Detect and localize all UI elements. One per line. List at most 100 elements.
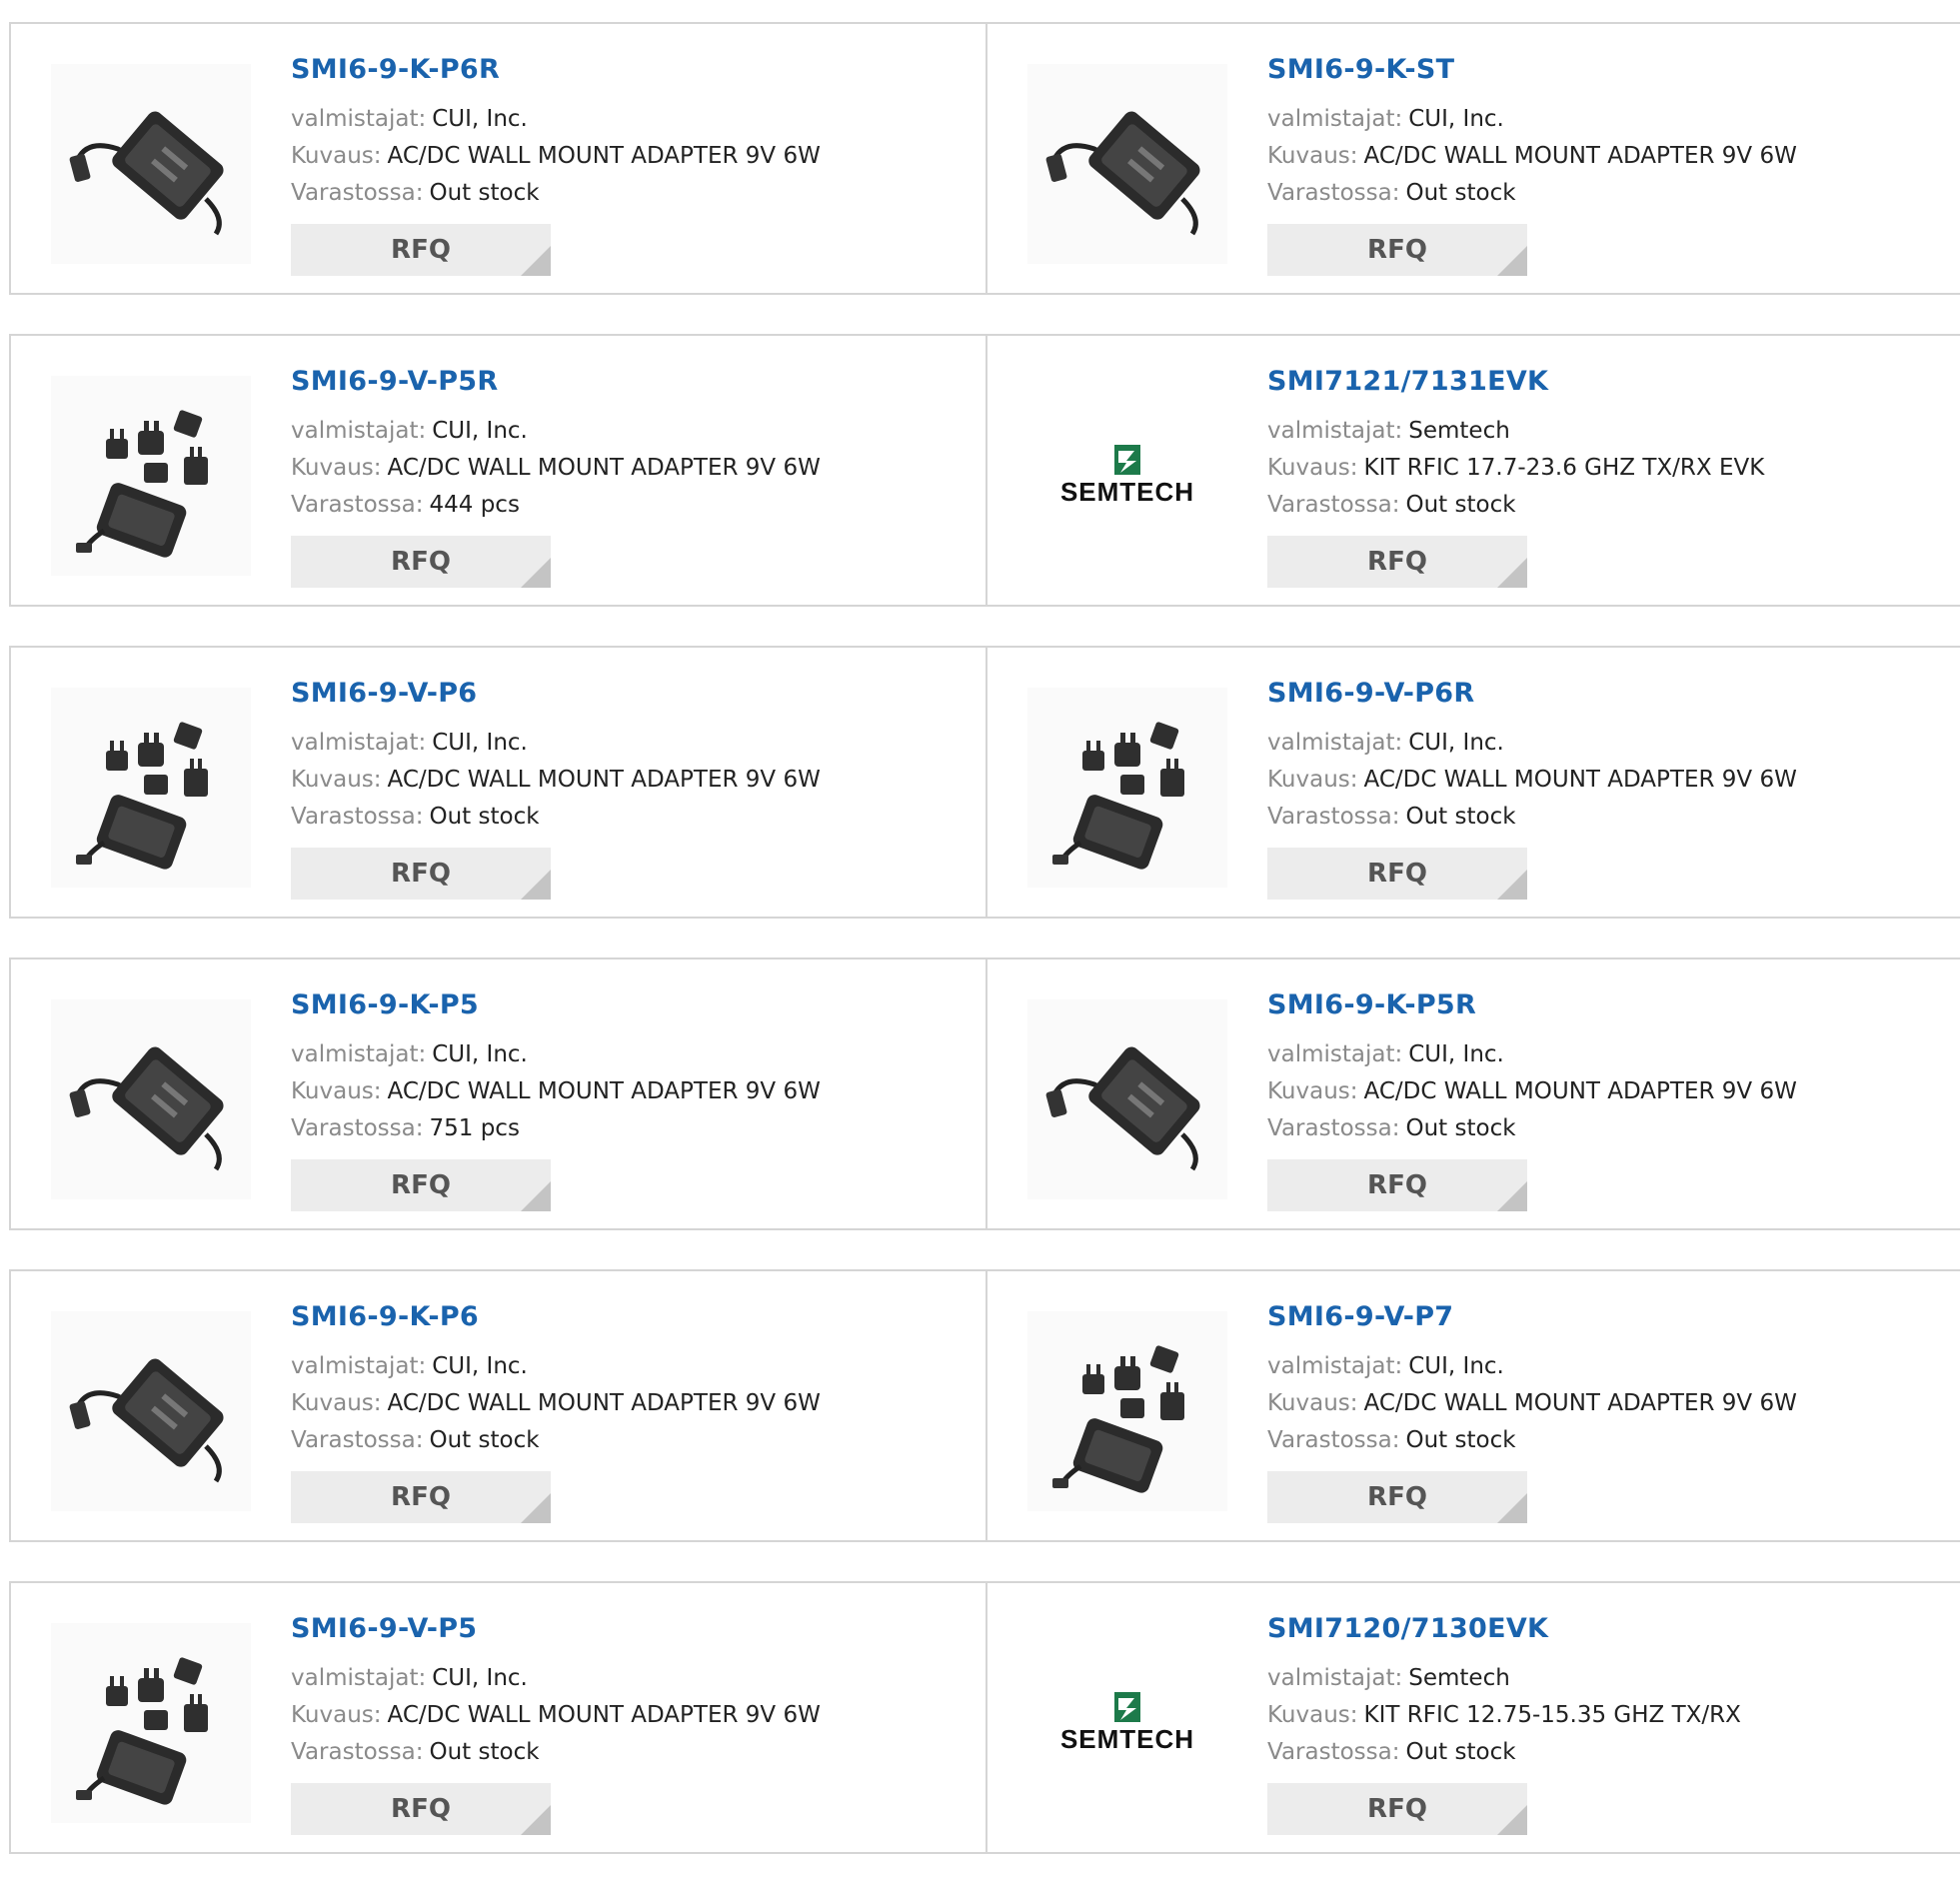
product-image[interactable] <box>51 376 251 576</box>
description-label: Kuvaus: <box>1267 455 1358 481</box>
part-number-link[interactable]: SMI6-9-V-P5R <box>291 366 821 397</box>
stock-label: Varastossa: <box>1267 1427 1400 1453</box>
stock-row: Varastossa: Out stock <box>291 799 821 836</box>
part-number-link[interactable]: SMI7121/7131EVK <box>1267 366 1764 397</box>
product-image[interactable] <box>51 688 251 888</box>
corner-fold-icon <box>521 1493 551 1523</box>
product-image[interactable] <box>51 1623 251 1823</box>
description-value: AC/DC WALL MOUNT ADAPTER 9V 6W <box>387 767 821 793</box>
product-image[interactable] <box>1027 1311 1227 1511</box>
semtech-logo-text: SEMTECH <box>1059 476 1195 507</box>
rfq-label: RFQ <box>1367 1794 1427 1824</box>
part-number-link[interactable]: SMI6-9-V-P6R <box>1267 678 1797 709</box>
part-number-link[interactable]: SMI7120/7130EVK <box>1267 1613 1741 1644</box>
rfq-button[interactable]: RFQ <box>291 1471 551 1523</box>
description-row: Kuvaus: AC/DC WALL MOUNT ADAPTER 9V 6W <box>291 762 821 799</box>
semtech-logo: SEMTECH <box>1059 444 1195 508</box>
semtech-mark-icon <box>1114 444 1140 475</box>
part-number-link[interactable]: SMI6-9-K-P6R <box>291 54 821 85</box>
rfq-button[interactable]: RFQ <box>291 536 551 588</box>
product-row: SMI6-9-V-P6 valmistajat: CUI, Inc. Kuvaus… <box>9 646 1960 919</box>
rfq-button[interactable]: RFQ <box>1267 224 1527 276</box>
product-image[interactable]: SEMTECH <box>1027 1623 1227 1823</box>
stock-row: Varastossa: Out stock <box>291 175 821 212</box>
manufacturer-row: valmistajat: Semtech <box>1267 413 1764 450</box>
product-info: SMI6-9-V-P5 valmistajat: CUI, Inc. Kuvaus… <box>291 1613 821 1835</box>
part-number-link[interactable]: SMI6-9-K-ST <box>1267 54 1797 85</box>
adapter-with-plugs-icon <box>1052 722 1184 870</box>
part-number-link[interactable]: SMI6-9-K-P5R <box>1267 989 1797 1020</box>
product-image[interactable] <box>1027 999 1227 1199</box>
product-image[interactable] <box>1027 688 1227 888</box>
rfq-button[interactable]: RFQ <box>291 1783 551 1835</box>
product-info: SMI6-9-K-P5 valmistajat: CUI, Inc. Kuvaus… <box>291 989 821 1211</box>
stock-row: Varastossa: 751 pcs <box>291 1110 821 1147</box>
manufacturer-label: valmistajat: <box>1267 730 1403 756</box>
part-number-link[interactable]: SMI6-9-V-P7 <box>1267 1301 1797 1332</box>
stock-label: Varastossa: <box>1267 1739 1400 1765</box>
corner-fold-icon <box>521 1181 551 1211</box>
manufacturer-row: valmistajat: CUI, Inc. <box>291 725 821 762</box>
stock-row: Varastossa: Out stock <box>291 1734 821 1771</box>
description-value: AC/DC WALL MOUNT ADAPTER 9V 6W <box>1363 143 1797 169</box>
manufacturer-value: CUI, Inc. <box>1408 106 1504 132</box>
product-info: SMI6-9-V-P6 valmistajat: CUI, Inc. Kuvaus… <box>291 678 821 900</box>
rfq-button[interactable]: RFQ <box>1267 1783 1527 1835</box>
product-row: SMI6-9-K-P6R valmistajat: CUI, Inc. Kuvau… <box>9 22 1960 295</box>
manufacturer-label: valmistajat: <box>291 1353 427 1379</box>
rfq-label: RFQ <box>1367 235 1427 265</box>
product-image[interactable]: SEMTECH <box>1027 376 1227 576</box>
wall-adapter-icon <box>69 111 224 236</box>
description-label: Kuvaus: <box>1267 1702 1358 1728</box>
rfq-button[interactable]: RFQ <box>1267 1159 1527 1211</box>
product-info: SMI6-9-K-P6 valmistajat: CUI, Inc. Kuvaus… <box>291 1301 821 1523</box>
corner-fold-icon <box>1497 1805 1527 1835</box>
manufacturer-value: CUI, Inc. <box>432 730 528 756</box>
description-row: Kuvaus: AC/DC WALL MOUNT ADAPTER 9V 6W <box>1267 762 1797 799</box>
rfq-label: RFQ <box>1367 1482 1427 1512</box>
stock-value: 444 pcs <box>429 492 520 518</box>
rfq-button[interactable]: RFQ <box>1267 1471 1527 1523</box>
product-image[interactable] <box>51 999 251 1199</box>
product-image[interactable] <box>1027 64 1227 264</box>
rfq-button[interactable]: RFQ <box>291 1159 551 1211</box>
stock-label: Varastossa: <box>1267 180 1400 206</box>
product-image[interactable] <box>51 1311 251 1511</box>
product-card: SMI6-9-V-P7 valmistajat: CUI, Inc. Kuvaus… <box>985 1271 1960 1540</box>
stock-label: Varastossa: <box>291 1115 424 1141</box>
product-card: SEMTECH SMI7121/7131EVK valmistajat: Semt… <box>985 336 1960 605</box>
corner-fold-icon <box>521 246 551 276</box>
part-number-link[interactable]: SMI6-9-K-P5 <box>291 989 821 1020</box>
rfq-button[interactable]: RFQ <box>1267 536 1527 588</box>
rfq-button[interactable]: RFQ <box>291 224 551 276</box>
part-number-link[interactable]: SMI6-9-V-P6 <box>291 678 821 709</box>
stock-value: Out stock <box>1405 492 1516 518</box>
product-card: SMI6-9-V-P6R valmistajat: CUI, Inc. Kuvau… <box>985 648 1960 917</box>
product-card: SMI6-9-K-P5 valmistajat: CUI, Inc. Kuvaus… <box>11 959 985 1228</box>
manufacturer-value: CUI, Inc. <box>432 1353 528 1379</box>
manufacturer-row: valmistajat: CUI, Inc. <box>291 101 821 138</box>
description-value: AC/DC WALL MOUNT ADAPTER 9V 6W <box>387 143 821 169</box>
product-card: SEMTECH SMI7120/7130EVK valmistajat: Semt… <box>985 1583 1960 1852</box>
adapter-with-plugs-icon <box>76 722 208 870</box>
manufacturer-row: valmistajat: CUI, Inc. <box>1267 1348 1797 1385</box>
rfq-button[interactable]: RFQ <box>1267 848 1527 900</box>
manufacturer-row: valmistajat: CUI, Inc. <box>291 1660 821 1697</box>
product-row: SMI6-9-V-P5 valmistajat: CUI, Inc. Kuvaus… <box>9 1581 1960 1854</box>
stock-value: Out stock <box>429 804 540 830</box>
wall-adapter-icon <box>1045 1046 1200 1171</box>
manufacturer-row: valmistajat: CUI, Inc. <box>1267 1036 1797 1073</box>
stock-row: Varastossa: 444 pcs <box>291 487 821 524</box>
stock-label: Varastossa: <box>291 492 424 518</box>
description-label: Kuvaus: <box>291 1702 382 1728</box>
part-number-link[interactable]: SMI6-9-V-P5 <box>291 1613 821 1644</box>
product-card: SMI6-9-V-P5 valmistajat: CUI, Inc. Kuvaus… <box>11 1583 985 1852</box>
manufacturer-row: valmistajat: CUI, Inc. <box>1267 725 1797 762</box>
description-value: AC/DC WALL MOUNT ADAPTER 9V 6W <box>387 1702 821 1728</box>
description-row: Kuvaus: KIT RFIC 12.75-15.35 GHZ TX/RX <box>1267 1697 1741 1734</box>
stock-row: Varastossa: Out stock <box>1267 1734 1741 1771</box>
part-number-link[interactable]: SMI6-9-K-P6 <box>291 1301 821 1332</box>
rfq-button[interactable]: RFQ <box>291 848 551 900</box>
product-image[interactable] <box>51 64 251 264</box>
description-value: KIT RFIC 17.7-23.6 GHZ TX/RX EVK <box>1363 455 1765 481</box>
